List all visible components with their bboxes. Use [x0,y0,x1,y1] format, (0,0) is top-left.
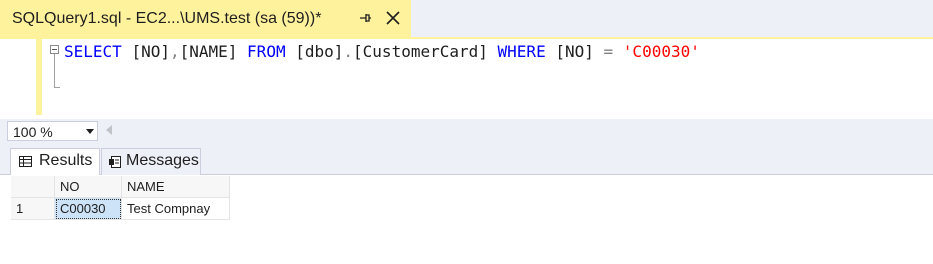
identifier-table: [CustomerCard] [353,42,488,61]
messages-icon [109,156,121,168]
document-tab-strip: SQLQuery1.sql - EC2...\UMS.test (sa (59)… [0,0,933,37]
zoom-value: 100 % [13,124,53,140]
keyword-where: WHERE [497,42,546,61]
tab-results[interactable]: Results [10,148,100,175]
equals-operator: = [603,42,614,61]
cell-no[interactable]: C00030 [55,198,122,220]
zoom-dropdown[interactable]: 100 % [7,121,98,141]
change-tracking-bar [36,39,42,115]
code-line-1[interactable]: SELECT [NO],[NAME] FROM [dbo].[CustomerC… [64,42,700,62]
results-pane: Results Messages NO NAME 1 C00030 Test C… [0,143,933,264]
cell-name[interactable]: Test Compnay [122,198,230,220]
results-tab-strip: Results Messages [0,143,933,175]
tab-results-label: Results [39,152,93,169]
selection-margin [0,39,36,119]
chevron-down-icon[interactable] [86,129,94,134]
query-tab-title: SQLQuery1.sql - EC2...\UMS.test (sa (59)… [12,10,322,27]
string-literal: 'C00030' [622,42,700,61]
grid-icon [19,156,32,167]
grid-corner-header[interactable] [11,176,55,198]
query-tab[interactable]: SQLQuery1.sql - EC2...\UMS.test (sa (59)… [0,0,411,37]
identifier-no-where: [NO] [555,42,594,61]
pin-icon[interactable] [357,10,373,26]
dot: . [343,42,354,61]
identifier-schema: [dbo] [295,42,344,61]
tab-messages[interactable]: Messages [101,148,201,175]
editor-status-row: 100 % [0,119,933,143]
tab-messages-label: Messages [126,152,199,169]
keyword-from: FROM [247,42,286,61]
close-icon[interactable] [385,10,401,26]
outline-end-tick [54,87,60,88]
query-editor[interactable]: SELECT [NO],[NAME] FROM [dbo].[CustomerC… [0,39,933,119]
column-header-no[interactable]: NO [55,176,122,198]
identifier-no: [NO] [131,42,170,61]
identifier-name: [NAME] [179,42,238,61]
column-header-name[interactable]: NAME [122,176,230,198]
collapse-outline-icon[interactable] [50,45,59,54]
outline-line [54,54,55,87]
keyword-select: SELECT [64,42,122,61]
row-header[interactable]: 1 [11,198,55,220]
scroll-left-arrow-icon[interactable] [106,125,112,135]
comma: , [169,42,180,61]
